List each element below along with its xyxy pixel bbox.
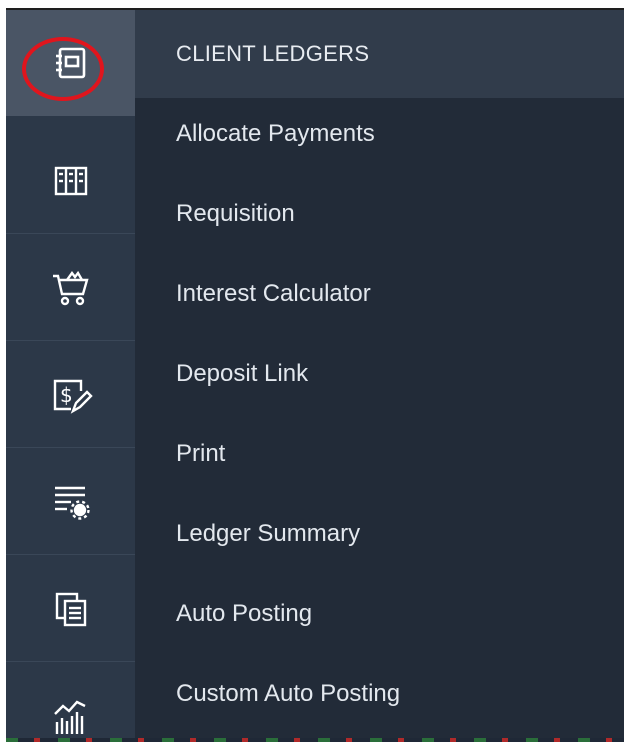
books-icon xyxy=(51,161,91,201)
bottom-border xyxy=(6,738,624,742)
svg-text:$: $ xyxy=(60,383,73,407)
menu-header: CLIENT LEDGERS xyxy=(135,10,624,98)
menu-item-requisition[interactable]: Requisition xyxy=(135,174,624,254)
menu-item-auto-posting[interactable]: Auto Posting xyxy=(135,574,624,654)
menu-item-ledger-summary[interactable]: Ledger Summary xyxy=(135,494,624,574)
chart-icon xyxy=(49,694,93,738)
rail-item-cart[interactable] xyxy=(6,235,135,341)
rail-item-payments[interactable]: $ xyxy=(6,342,135,448)
icon-rail: $ xyxy=(6,10,135,742)
menu-item-deposit-link[interactable]: Deposit Link xyxy=(135,334,624,414)
menu-item-print[interactable]: Print xyxy=(135,414,624,494)
payment-voucher-icon: $ xyxy=(49,373,93,417)
rail-item-books[interactable] xyxy=(6,128,135,234)
client-ledger-icon xyxy=(51,43,91,83)
top-border xyxy=(0,0,624,10)
list-settings-icon xyxy=(49,480,93,524)
navigation-panel: $ CLIENT LEDGERS Allocate Payments Requi… xyxy=(6,10,624,742)
menu-item-custom-auto-posting[interactable]: Custom Auto Posting xyxy=(135,654,624,734)
rail-item-reports[interactable] xyxy=(6,663,135,742)
menu-item-interest-calculator[interactable]: Interest Calculator xyxy=(135,254,624,334)
client-ledgers-menu: CLIENT LEDGERS Allocate Payments Requisi… xyxy=(135,10,624,742)
rail-item-settings-list[interactable] xyxy=(6,449,135,555)
menu-item-allocate-payments[interactable]: Allocate Payments xyxy=(135,94,624,174)
rail-item-documents[interactable] xyxy=(6,556,135,662)
rail-item-client-ledgers[interactable] xyxy=(6,10,135,116)
shopping-cart-icon xyxy=(49,266,93,310)
documents-icon xyxy=(51,589,91,629)
